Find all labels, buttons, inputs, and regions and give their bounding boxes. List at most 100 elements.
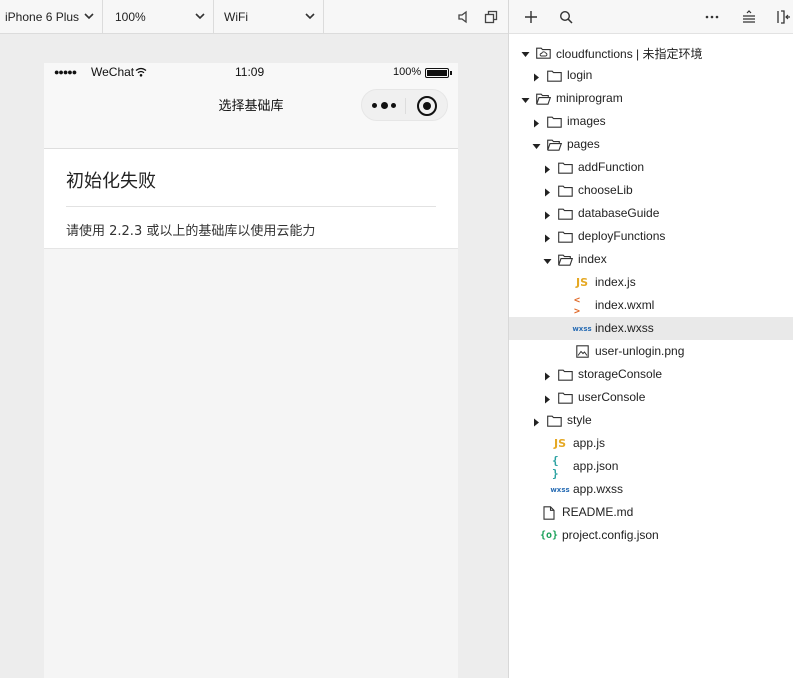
card-divider [66, 206, 436, 207]
more-icon[interactable] [372, 97, 396, 113]
device-select[interactable]: iPhone 6 Plus [0, 0, 103, 34]
tree-item-project-config-json[interactable]: {o} project.config.json [509, 524, 793, 547]
ide-window: iPhone 6 Plus 100% WiFi ●●●●● WeChat 11:… [0, 0, 793, 678]
tree-item-label: addFunction [578, 160, 645, 174]
tree-item-label: databaseGuide [578, 206, 660, 220]
carrier-label: WeChat [91, 65, 135, 79]
chevron-down-icon [84, 13, 94, 20]
image-file-icon [574, 344, 590, 359]
cloud-folder-icon [535, 45, 551, 60]
tree-item-label: app.wxss [573, 482, 624, 496]
tree-item-label: deployFunctions [578, 229, 666, 243]
caret-right-icon[interactable] [543, 209, 552, 220]
tree-item-userconsole[interactable]: userConsole [509, 386, 793, 409]
tree-item-label: images [567, 114, 606, 128]
folder-icon [546, 137, 562, 152]
caret-right-icon[interactable] [543, 163, 552, 174]
caret-down-icon[interactable] [543, 255, 552, 264]
tree-item-app-wxss[interactable]: wxss app.wxss [509, 478, 793, 501]
wxss-file-icon: wxss [572, 324, 592, 333]
tree-item-readme-md[interactable]: README.md [509, 501, 793, 524]
tree-item-label: index.wxml [595, 298, 655, 312]
close-mini-program-icon[interactable] [417, 96, 437, 116]
menu-capsule [361, 89, 448, 121]
wxss-file-icon: wxss [550, 485, 570, 494]
search-icon[interactable] [558, 9, 574, 25]
tree-item-index-wxss[interactable]: wxss index.wxss [509, 317, 793, 340]
tree-item-label: miniprogram [556, 91, 623, 105]
more-options-icon[interactable] [704, 9, 720, 25]
error-message: 请使用 2.2.3 或以上的基础库以使用云能力 [66, 224, 316, 239]
status-bar: ●●●●● WeChat 11:09 100% [44, 63, 458, 83]
tree-item-label: pages [567, 137, 600, 151]
caret-down-icon[interactable] [521, 94, 530, 103]
phone-screen: ●●●●● WeChat 11:09 100% 选择基础库 初始化失败 请使用 … [44, 63, 458, 678]
tree-item-deployfunctions[interactable]: deployFunctions [509, 225, 793, 248]
caret-right-icon[interactable] [532, 117, 541, 128]
battery-tip [450, 71, 452, 75]
file-icon [541, 505, 557, 520]
tree-item-style[interactable]: style [509, 409, 793, 432]
tree-item-addfunction[interactable]: addFunction [509, 156, 793, 179]
caret-right-icon[interactable] [543, 370, 552, 381]
tree-item-label: style [567, 413, 592, 427]
tree-item-label: index.js [595, 275, 636, 289]
folder-icon [557, 367, 573, 382]
error-title: 初始化失败 [66, 171, 156, 192]
nav-bar: 选择基础库 [44, 83, 458, 149]
tree-item-label: user-unlogin.png [595, 344, 685, 358]
capsule-divider [405, 98, 406, 114]
tree-item-label: storageConsole [578, 367, 663, 381]
zoom-select[interactable]: 100% [103, 0, 214, 34]
tree-item-index-wxml[interactable]: < > index.wxml [509, 294, 793, 317]
caret-right-icon[interactable] [532, 71, 541, 82]
tree-item-images[interactable]: images [509, 110, 793, 133]
js-file-icon: JS [553, 437, 566, 450]
caret-right-icon[interactable] [543, 232, 552, 243]
file-explorer-panel: cloudfunctions | 未指定环境 login miniprogram im… [508, 0, 793, 678]
tree-item-login[interactable]: login [509, 64, 793, 87]
tree-item-index[interactable]: index [509, 248, 793, 271]
caret-right-icon[interactable] [543, 393, 552, 404]
split-view-icon[interactable] [776, 9, 792, 25]
folder-icon [557, 390, 573, 405]
battery-icon [425, 68, 449, 78]
tree-item-label: login [567, 68, 593, 82]
tree-item-chooselib[interactable]: chooseLib [509, 179, 793, 202]
tree-item-user-unlogin-png[interactable]: user-unlogin.png [509, 340, 793, 363]
folder-icon [557, 183, 573, 198]
caret-down-icon[interactable] [532, 140, 541, 149]
device-select-value: iPhone 6 Plus [5, 10, 80, 24]
network-select[interactable]: WiFi [214, 0, 324, 34]
collapse-all-icon[interactable] [741, 9, 757, 25]
folder-icon [546, 413, 562, 428]
zoom-select-value: 100% [115, 10, 146, 24]
caret-right-icon[interactable] [543, 186, 552, 197]
caret-right-icon[interactable] [532, 416, 541, 427]
tree-item-storageconsole[interactable]: storageConsole [509, 363, 793, 386]
signal-icon: ●●●●● [54, 67, 77, 77]
tree-item-app-json[interactable]: { } app.json [509, 454, 793, 480]
tree-item-miniprogram[interactable]: miniprogram [509, 87, 793, 110]
tree-item-pages[interactable]: pages [509, 133, 793, 156]
tree-item-label: userConsole [578, 390, 646, 404]
tree-item-app-js[interactable]: JS app.js [509, 432, 793, 455]
chevron-down-icon [195, 13, 205, 20]
js-file-icon: JS [575, 276, 588, 289]
chevron-down-icon [305, 13, 315, 20]
tree-item-index-js[interactable]: JS index.js [509, 271, 793, 294]
caret-down-icon[interactable] [521, 48, 530, 57]
folder-icon [557, 160, 573, 175]
tree-item-label: index.wxss [595, 321, 654, 335]
error-card: 初始化失败 请使用 2.2.3 或以上的基础库以使用云能力 [44, 149, 458, 249]
folder-icon [535, 91, 551, 106]
tree-item-databaseguide[interactable]: databaseGuide [509, 202, 793, 225]
tree-item-cloudfunctions[interactable]: cloudfunctions | 未指定环境 [509, 41, 793, 64]
wxml-file-icon: < > [574, 294, 581, 317]
explorer-toolbar [509, 0, 793, 34]
detach-window-icon[interactable] [483, 9, 499, 25]
tree-item-label: chooseLib [578, 183, 633, 197]
add-icon[interactable] [523, 9, 539, 25]
folder-icon [557, 206, 573, 221]
mute-icon[interactable] [456, 9, 472, 25]
